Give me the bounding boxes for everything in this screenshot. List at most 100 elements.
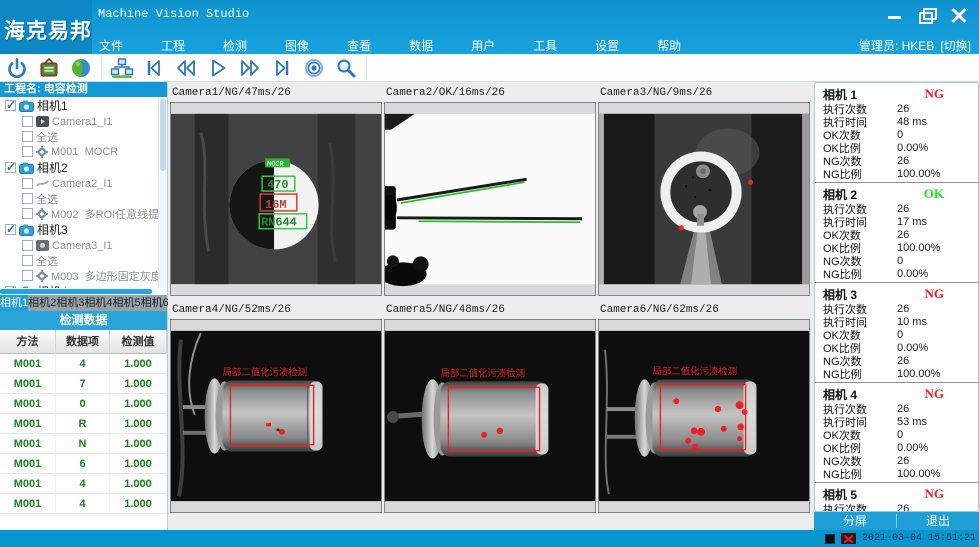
previous-frame-icon[interactable] xyxy=(174,56,198,80)
minimize-button[interactable] xyxy=(887,8,903,22)
column-data-item: 数据项 xyxy=(56,330,110,354)
tab-camera-4[interactable]: 相机4 xyxy=(84,295,112,311)
tree-horizontal-scrollbar[interactable] xyxy=(0,288,158,295)
tree-camera2-module[interactable]: M002 多ROI任意线提 xyxy=(0,206,167,221)
exit-button[interactable]: 退出 xyxy=(897,512,979,530)
record-icon[interactable] xyxy=(302,56,326,80)
checkbox-checked[interactable] xyxy=(5,224,16,235)
checkbox[interactable] xyxy=(22,240,33,251)
tab-camera-5[interactable]: 相机5 xyxy=(113,295,141,311)
split-screen-button[interactable]: 分屏 xyxy=(814,512,896,530)
lead-trace-overlay xyxy=(419,221,580,222)
tree-vertical-scrollbar[interactable] xyxy=(158,97,167,288)
camera-view-1: Camera1/NG/47ms/26 MOCR 470 16M xyxy=(170,84,382,296)
checkbox[interactable] xyxy=(22,116,33,127)
checkbox[interactable] xyxy=(22,131,33,142)
menu-item-project[interactable]: 工程 xyxy=(161,37,185,54)
checkbox[interactable] xyxy=(22,178,33,189)
admin-label: 管理员: HKEB xyxy=(859,37,934,54)
checkbox[interactable] xyxy=(22,208,33,219)
checkbox[interactable] xyxy=(22,193,33,204)
eco-globe-icon[interactable] xyxy=(69,56,93,80)
search-icon[interactable] xyxy=(334,56,358,80)
status-badge: NG xyxy=(925,286,945,302)
camera5-image[interactable]: 局部二值化污渍检测 xyxy=(384,319,596,513)
camera3-image[interactable] xyxy=(598,102,810,296)
camera-view-label: Camera5/NG/48ms/26 xyxy=(384,301,596,319)
network-icon[interactable] xyxy=(110,56,134,80)
menu-item-tools[interactable]: 工具 xyxy=(533,37,557,54)
restore-button[interactable] xyxy=(919,8,935,22)
table-row[interactable]: M00101.000 xyxy=(0,394,167,414)
cell-value: 1.000 xyxy=(110,434,167,454)
menu-item-help[interactable]: 帮助 xyxy=(657,37,681,54)
menu-item-image[interactable]: 图像 xyxy=(285,37,309,54)
tree-camera-3[interactable]: 相机3 xyxy=(0,221,167,238)
tab-camera-3[interactable]: 相机3 xyxy=(56,295,84,311)
stat-label: 执行次数 xyxy=(823,501,897,513)
menu-item-settings[interactable]: 设置 xyxy=(595,37,619,54)
checkbox-checked[interactable] xyxy=(5,162,16,173)
camera1-image[interactable]: MOCR 470 16M RN644 xyxy=(170,102,382,296)
capacitor-body xyxy=(652,379,755,456)
power-icon[interactable] xyxy=(5,56,29,80)
menu-bar: 文件 工程 检测 图像 查看 数据 用户 工具 设置 帮助 xyxy=(99,37,681,54)
checkbox[interactable] xyxy=(22,146,33,157)
stop-indicator-icon[interactable] xyxy=(825,534,835,544)
stat-value: 26 xyxy=(897,203,909,215)
switch-user-link[interactable]: [切换] xyxy=(940,37,971,54)
menu-item-data[interactable]: 数据 xyxy=(409,37,433,54)
table-row[interactable]: M00161.000 xyxy=(0,454,167,474)
tab-camera-1[interactable]: 相机1 xyxy=(0,295,28,311)
table-row[interactable]: M00141.000 xyxy=(0,474,167,494)
first-frame-icon[interactable] xyxy=(142,56,166,80)
table-row[interactable]: M00171.000 xyxy=(0,374,167,394)
tree-camera3-module[interactable]: M003 多边形固定灰度 xyxy=(0,268,167,283)
brand-logo: 海克易邦 xyxy=(4,15,92,45)
scrollbar-thumb[interactable] xyxy=(160,99,166,171)
tree-camera-2[interactable]: 相机2 xyxy=(0,159,167,176)
camera6-image[interactable]: 局部二值化污渍检测 xyxy=(598,319,810,513)
play-icon[interactable] xyxy=(206,56,230,80)
stat-value: 48 ms xyxy=(897,116,927,128)
tree-label: M001 MOCR xyxy=(51,146,118,158)
defect-dot xyxy=(266,423,271,426)
tab-camera-2[interactable]: 相机2 xyxy=(28,295,56,311)
tree-camera3-capture[interactable]: Camera3_I1 xyxy=(0,238,167,253)
scrollbar-thumb[interactable] xyxy=(0,289,152,294)
close-button[interactable] xyxy=(951,8,967,22)
camera2-image[interactable] xyxy=(384,102,596,296)
menu-item-inspect[interactable]: 检测 xyxy=(223,37,247,54)
cell-method: M001 xyxy=(0,394,56,414)
next-frame-icon[interactable] xyxy=(238,56,262,80)
error-indicator-icon[interactable] xyxy=(841,533,856,544)
table-row[interactable]: M00141.000 xyxy=(0,354,167,374)
status-badge: NG xyxy=(925,386,945,402)
tree-camera3-select-all[interactable]: 全选 xyxy=(0,253,167,268)
menu-item-user[interactable]: 用户 xyxy=(471,37,495,54)
table-row[interactable]: M001R1.000 xyxy=(0,414,167,434)
defect-dot xyxy=(481,432,487,438)
tab-camera-6[interactable]: 相机6 xyxy=(141,295,169,311)
table-row[interactable]: M00141.000 xyxy=(0,494,167,514)
tree-camera1-capture[interactable]: Camera1_I1 xyxy=(0,114,167,129)
defect-dot xyxy=(279,429,285,435)
tree-camera1-select-all[interactable]: 全选 xyxy=(0,129,167,144)
tree-camera-1[interactable]: 相机1 xyxy=(0,97,167,114)
camera4-image[interactable]: 局部二值化污渍检测 xyxy=(170,319,382,513)
tree-camera1-module[interactable]: M001 MOCR xyxy=(0,144,167,159)
stain-inspection-label: 局部二值化污渍检测 xyxy=(223,366,308,377)
menu-item-file[interactable]: 文件 xyxy=(99,37,123,54)
last-frame-icon[interactable] xyxy=(270,56,294,80)
checkbox-checked[interactable] xyxy=(5,100,16,111)
cell-value: 1.000 xyxy=(110,454,167,474)
checkbox[interactable] xyxy=(22,270,33,281)
checkbox[interactable] xyxy=(22,255,33,266)
menu-item-view[interactable]: 查看 xyxy=(347,37,371,54)
camera-view-6: Camera6/NG/62ms/26 局部二值化污渍检测 xyxy=(598,301,810,513)
table-row[interactable]: M001N1.000 xyxy=(0,434,167,454)
tree-camera2-select-all[interactable]: 全选 xyxy=(0,191,167,206)
preorder-sign-icon[interactable] xyxy=(37,56,61,80)
tree-camera2-capture[interactable]: Camera2_I1 xyxy=(0,176,167,191)
window-controls xyxy=(887,8,967,22)
